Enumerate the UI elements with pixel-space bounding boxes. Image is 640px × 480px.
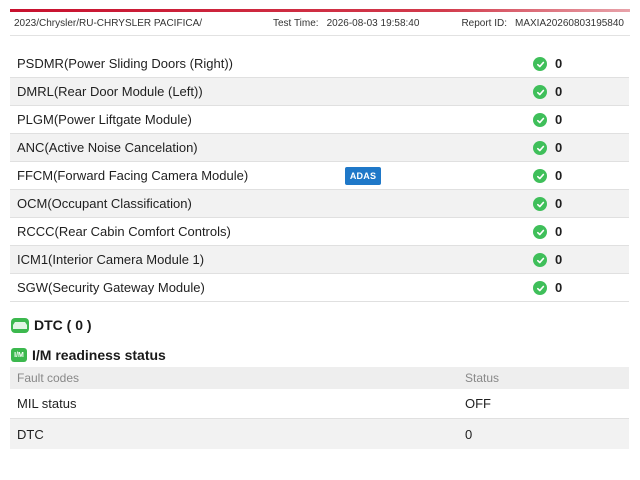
check-circle-icon [533,113,547,127]
dtc-icon [11,317,29,333]
row-value: 0 [465,426,473,442]
module-row-psdmr[interactable]: PSDMR(Power Sliding Doors (Right)) 0 [10,50,629,78]
module-row-sgw[interactable]: SGW(Security Gateway Module) 0 [10,274,629,302]
im-section-header: I/M I/M readiness status [11,347,166,363]
check-circle-icon [533,281,547,295]
check-circle-icon [533,225,547,239]
im-readiness-table: Fault codes Status MIL status OFF DTC 0 [10,367,629,449]
module-row-anc[interactable]: ANC(Active Noise Cancelation) 0 [10,134,629,162]
table-row: DTC 0 [10,419,629,449]
dtc-count: 0 [555,56,563,71]
dtc-count: 0 [555,140,563,155]
report-id-value: MAXIA20260803195840 [515,18,624,29]
module-name: DMRL(Rear Door Module (Left)) [17,84,203,99]
check-circle-icon [533,197,547,211]
column-header-fault-codes: Fault codes [17,371,80,385]
check-circle-icon [533,141,547,155]
adas-badge: ADAS [345,167,381,185]
module-name: ANC(Active Noise Cancelation) [17,140,198,155]
module-list: PSDMR(Power Sliding Doors (Right)) 0 DMR… [10,50,629,302]
module-name: ICM1(Interior Camera Module 1) [17,252,205,267]
module-row-icm1[interactable]: ICM1(Interior Camera Module 1) 0 [10,246,629,274]
check-circle-icon [533,169,547,183]
module-name: FFCM(Forward Facing Camera Module) [17,168,249,183]
table-header: Fault codes Status [10,367,629,389]
row-label: DTC [17,426,44,442]
check-circle-icon [533,57,547,71]
module-name: PLGM(Power Liftgate Module) [17,112,192,127]
module-row-rccc[interactable]: RCCC(Rear Cabin Comfort Controls) 0 [10,218,629,246]
dtc-count: 0 [555,84,563,99]
im-section-title: I/M readiness status [32,347,166,363]
dtc-count: 0 [555,280,563,295]
dtc-section-header: DTC ( 0 ) [11,317,92,333]
dtc-count: 0 [555,112,563,127]
report-id-label: Report ID: [461,18,508,29]
dtc-count: 0 [555,196,563,211]
dtc-count: 0 [555,224,563,239]
check-circle-icon [533,85,547,99]
im-icon: I/M [11,348,27,362]
module-name: PSDMR(Power Sliding Doors (Right)) [17,56,233,71]
module-name: OCM(Occupant Classification) [17,196,192,211]
report-header: 2023/Chrysler/RU-CHRYSLER PACIFICA/ Test… [10,12,630,36]
report-id: Report ID: MAXIA20260803195840 [461,18,624,29]
row-value: OFF [465,396,491,411]
vehicle-path: 2023/Chrysler/RU-CHRYSLER PACIFICA/ [14,18,203,29]
module-name: RCCC(Rear Cabin Comfort Controls) [17,224,231,239]
table-row: MIL status OFF [10,389,629,419]
module-row-plgm[interactable]: PLGM(Power Liftgate Module) 0 [10,106,629,134]
test-time: Test Time: 2026-08-03 19:58:40 [273,18,419,29]
module-row-ffcm[interactable]: FFCM(Forward Facing Camera Module) ADAS … [10,162,629,190]
dtc-section-title: DTC ( 0 ) [34,317,92,333]
test-time-label: Test Time: [273,18,319,29]
check-circle-icon [533,253,547,267]
column-header-status: Status [465,371,500,385]
row-label: MIL status [17,396,77,411]
dtc-count: 0 [555,252,563,267]
test-time-value: 2026-08-03 19:58:40 [326,18,420,29]
dtc-count: 0 [555,168,563,183]
module-name: SGW(Security Gateway Module) [17,280,205,295]
module-row-ocm[interactable]: OCM(Occupant Classification) 0 [10,190,629,218]
module-row-dmrl[interactable]: DMRL(Rear Door Module (Left)) 0 [10,78,629,106]
